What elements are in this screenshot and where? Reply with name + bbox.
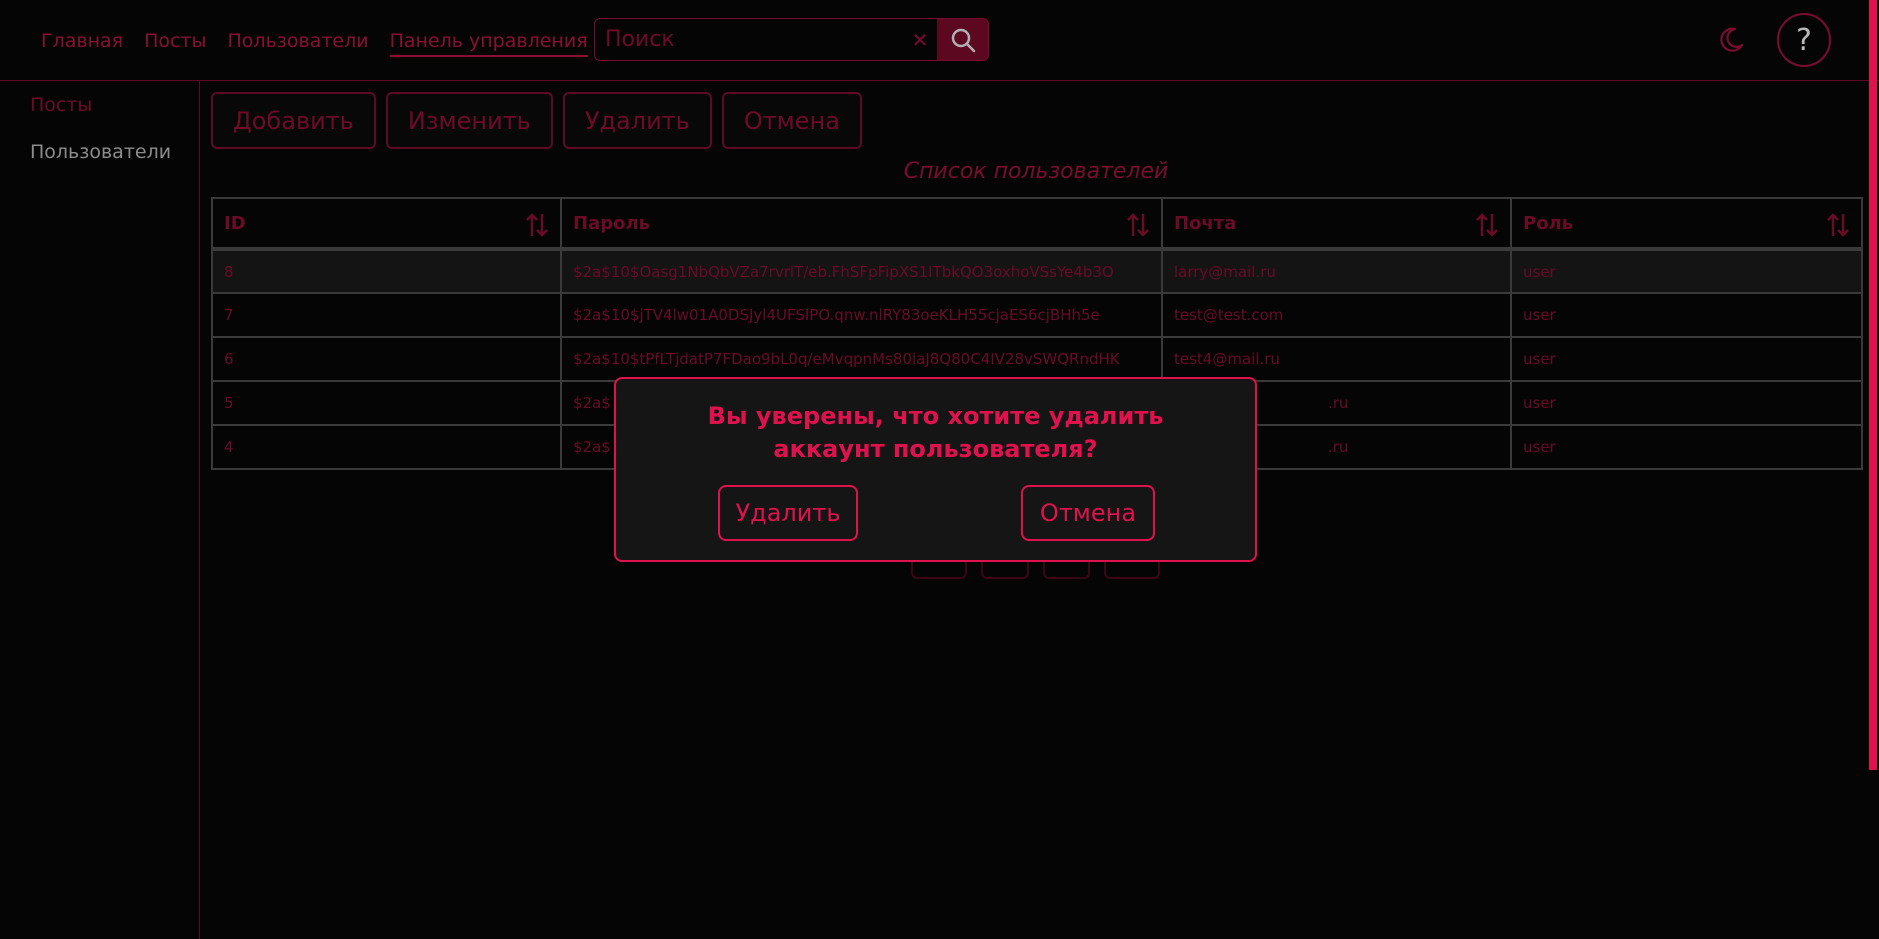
sidebar-item-users[interactable]: Пользователи: [30, 141, 171, 163]
add-button[interactable]: Добавить: [211, 92, 376, 149]
page-scrollbar[interactable]: [1867, 0, 1879, 939]
cell-password: $2a$10$jTV4lw01A0DSJyl4UFSIPO.qnw.nlRY83…: [560, 292, 1163, 338]
admin-sidebar: Посты Пользователи: [0, 81, 200, 939]
list-title: Список пользователей: [903, 159, 1169, 184]
cell-password: $2a$10$tPfLTjdatP7FDao9bL0q/eMvqpnMs80la…: [560, 336, 1163, 382]
cell-id: 8: [211, 248, 562, 294]
column-header-role[interactable]: Роль: [1510, 197, 1863, 251]
cell-email: larry@mail.ru: [1161, 248, 1512, 294]
dialog-message: Вы уверены, что хотите удалить аккаунт п…: [707, 402, 1164, 463]
sort-icon[interactable]: [526, 212, 548, 238]
search-input[interactable]: [595, 19, 903, 60]
table-row[interactable]: 7 $2a$10$jTV4lw01A0DSJyl4UFSIPO.qnw.nlRY…: [211, 292, 1863, 338]
column-header-label: Роль: [1523, 212, 1574, 234]
nav-posts[interactable]: Посты: [144, 28, 206, 57]
cell-role: user: [1510, 424, 1863, 470]
delete-confirm-dialog: Вы уверены, что хотите удалить аккаунт п…: [614, 377, 1257, 562]
edit-button[interactable]: Изменить: [385, 92, 553, 149]
column-header-id[interactable]: ID: [211, 197, 562, 251]
search-box: ✕: [594, 18, 989, 61]
table-row[interactable]: 8 $2a$10$Oasg1NbQbVZa7rvrlT/eb.FhSFpFipX…: [211, 248, 1863, 294]
column-header-label: Почта: [1174, 212, 1237, 234]
main-nav: Главная Посты Пользователи Панель управл…: [41, 28, 588, 57]
column-header-label: Пароль: [573, 212, 651, 234]
table-row[interactable]: 6 $2a$10$tPfLTjdatP7FDao9bL0q/eMvqpnMs80…: [211, 336, 1863, 382]
cell-role: user: [1510, 248, 1863, 294]
cell-id: 7: [211, 292, 562, 338]
cell-id: 6: [211, 336, 562, 382]
cell-id: 5: [211, 380, 562, 426]
theme-toggle-button[interactable]: [1716, 25, 1746, 55]
sort-icon[interactable]: [1127, 212, 1149, 238]
cell-id: 4: [211, 424, 562, 470]
nav-users[interactable]: Пользователи: [228, 28, 369, 57]
search-icon: [951, 28, 975, 52]
confirm-delete-button[interactable]: Удалить: [718, 485, 858, 541]
table-header-row: ID Пароль Почта Роль: [211, 197, 1863, 251]
sort-icon[interactable]: [1827, 212, 1849, 238]
nav-admin-panel[interactable]: Панель управления: [389, 28, 588, 57]
top-header: Главная Посты Пользователи Панель управл…: [0, 0, 1879, 81]
close-icon[interactable]: ✕: [903, 19, 937, 60]
column-header-password[interactable]: Пароль: [560, 197, 1163, 251]
sort-icon[interactable]: [1476, 212, 1498, 238]
search-button[interactable]: [937, 19, 988, 60]
column-header-email[interactable]: Почта: [1161, 197, 1512, 251]
cancel-button[interactable]: Отмена: [721, 92, 862, 149]
cell-email: test@test.com: [1161, 292, 1512, 338]
scrollbar-thumb[interactable]: [1869, 0, 1877, 770]
cell-role: user: [1510, 292, 1863, 338]
nav-home[interactable]: Главная: [41, 28, 123, 57]
sidebar-item-posts[interactable]: Посты: [30, 94, 92, 116]
cell-password: $2a$10$Oasg1NbQbVZa7rvrlT/eb.FhSFpFipXS1…: [560, 248, 1163, 294]
help-button[interactable]: ?: [1777, 13, 1831, 67]
column-header-label: ID: [224, 212, 246, 234]
dialog-cancel-button[interactable]: Отмена: [1021, 485, 1155, 541]
delete-button[interactable]: Удалить: [562, 92, 712, 149]
cell-email: test4@mail.ru: [1161, 336, 1512, 382]
cell-role: user: [1510, 380, 1863, 426]
table-toolbar: Добавить Изменить Удалить Отмена: [211, 92, 862, 149]
cell-role: user: [1510, 336, 1863, 382]
question-icon: ?: [1796, 22, 1812, 58]
moon-icon: [1720, 27, 1744, 52]
